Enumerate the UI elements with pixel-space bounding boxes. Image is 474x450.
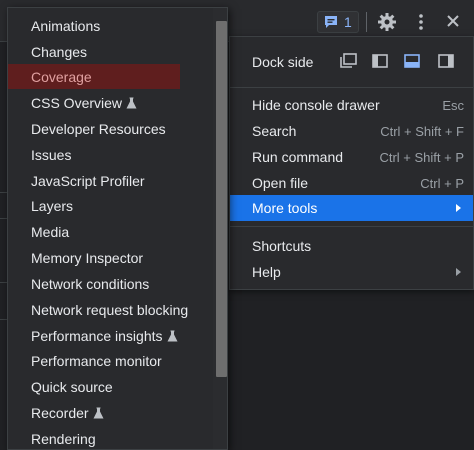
dock-side-label: Dock side: [252, 54, 314, 70]
shortcut-text: Ctrl + Shift + F: [380, 123, 464, 139]
menu-item-search[interactable]: Search Ctrl + Shift + F: [230, 118, 473, 144]
submenu-item-layers[interactable]: Layers: [8, 193, 213, 218]
submenu-item-javascript-profiler[interactable]: JavaScript Profiler: [8, 168, 213, 193]
dock-left-icon[interactable]: [371, 53, 389, 69]
submenu-item-network-request-blocking[interactable]: Network request blocking: [8, 297, 213, 322]
shortcut-text: Esc: [442, 97, 464, 113]
submenu-item-coverage[interactable]: Coverage: [8, 64, 180, 89]
submenu-item-issues[interactable]: Issues: [8, 142, 213, 167]
menu-item-help[interactable]: Help: [230, 259, 473, 285]
experimental-flask-icon: [167, 330, 178, 341]
menu-divider: [230, 87, 473, 88]
menu-divider: [230, 226, 473, 227]
menu-item-more-tools[interactable]: More tools: [230, 195, 473, 221]
shortcut-text: Ctrl + P: [420, 175, 464, 191]
gear-icon[interactable]: [377, 12, 397, 32]
submenu-item-memory-inspector[interactable]: Memory Inspector: [8, 245, 213, 270]
undock-icon[interactable]: [339, 53, 357, 69]
submenu-item-animations[interactable]: Animations: [8, 13, 213, 38]
experimental-flask-icon: [126, 97, 137, 108]
dock-bottom-icon[interactable]: [403, 53, 421, 69]
issues-count: 1: [344, 14, 352, 30]
scrollbar-thumb[interactable]: [216, 21, 227, 377]
shortcut-text: Ctrl + Shift + P: [379, 149, 464, 165]
customize-devtools-menu: Dock side Hide console drawer Esc Search…: [229, 36, 474, 290]
issues-icon: [325, 16, 337, 28]
submenu-item-quick-source[interactable]: Quick source: [8, 374, 213, 399]
submenu-item-developer-resources[interactable]: Developer Resources: [8, 116, 213, 141]
dock-right-icon[interactable]: [437, 53, 455, 69]
submenu-item-media[interactable]: Media: [8, 219, 213, 244]
submenu-item-performance-insights[interactable]: Performance insights: [8, 323, 213, 348]
submenu-item-rendering[interactable]: Rendering: [8, 426, 213, 449]
kebab-menu-icon[interactable]: [413, 12, 429, 32]
submenu-item-changes[interactable]: Changes: [8, 39, 213, 64]
experimental-flask-icon: [93, 407, 104, 418]
submenu-item-performance-monitor[interactable]: Performance monitor: [8, 348, 213, 373]
submenu-arrow-icon: [456, 204, 461, 212]
submenu-item-css-overview[interactable]: CSS Overview: [8, 90, 213, 115]
menu-item-open-file[interactable]: Open file Ctrl + P: [230, 170, 473, 196]
submenu-scrollbar[interactable]: [213, 8, 227, 449]
submenu-arrow-icon: [456, 268, 461, 276]
more-tools-submenu: Animations Changes Coverage CSS Overview…: [7, 7, 228, 450]
issues-button[interactable]: 1: [317, 11, 359, 33]
close-icon[interactable]: [445, 13, 461, 29]
menu-item-hide-console-drawer[interactable]: Hide console drawer Esc: [230, 92, 473, 118]
menu-item-run-command[interactable]: Run command Ctrl + Shift + P: [230, 144, 473, 170]
submenu-item-recorder[interactable]: Recorder: [8, 400, 213, 425]
menu-item-shortcuts[interactable]: Shortcuts: [230, 233, 473, 259]
submenu-item-network-conditions[interactable]: Network conditions: [8, 271, 213, 296]
toolbar-divider: [366, 12, 367, 32]
